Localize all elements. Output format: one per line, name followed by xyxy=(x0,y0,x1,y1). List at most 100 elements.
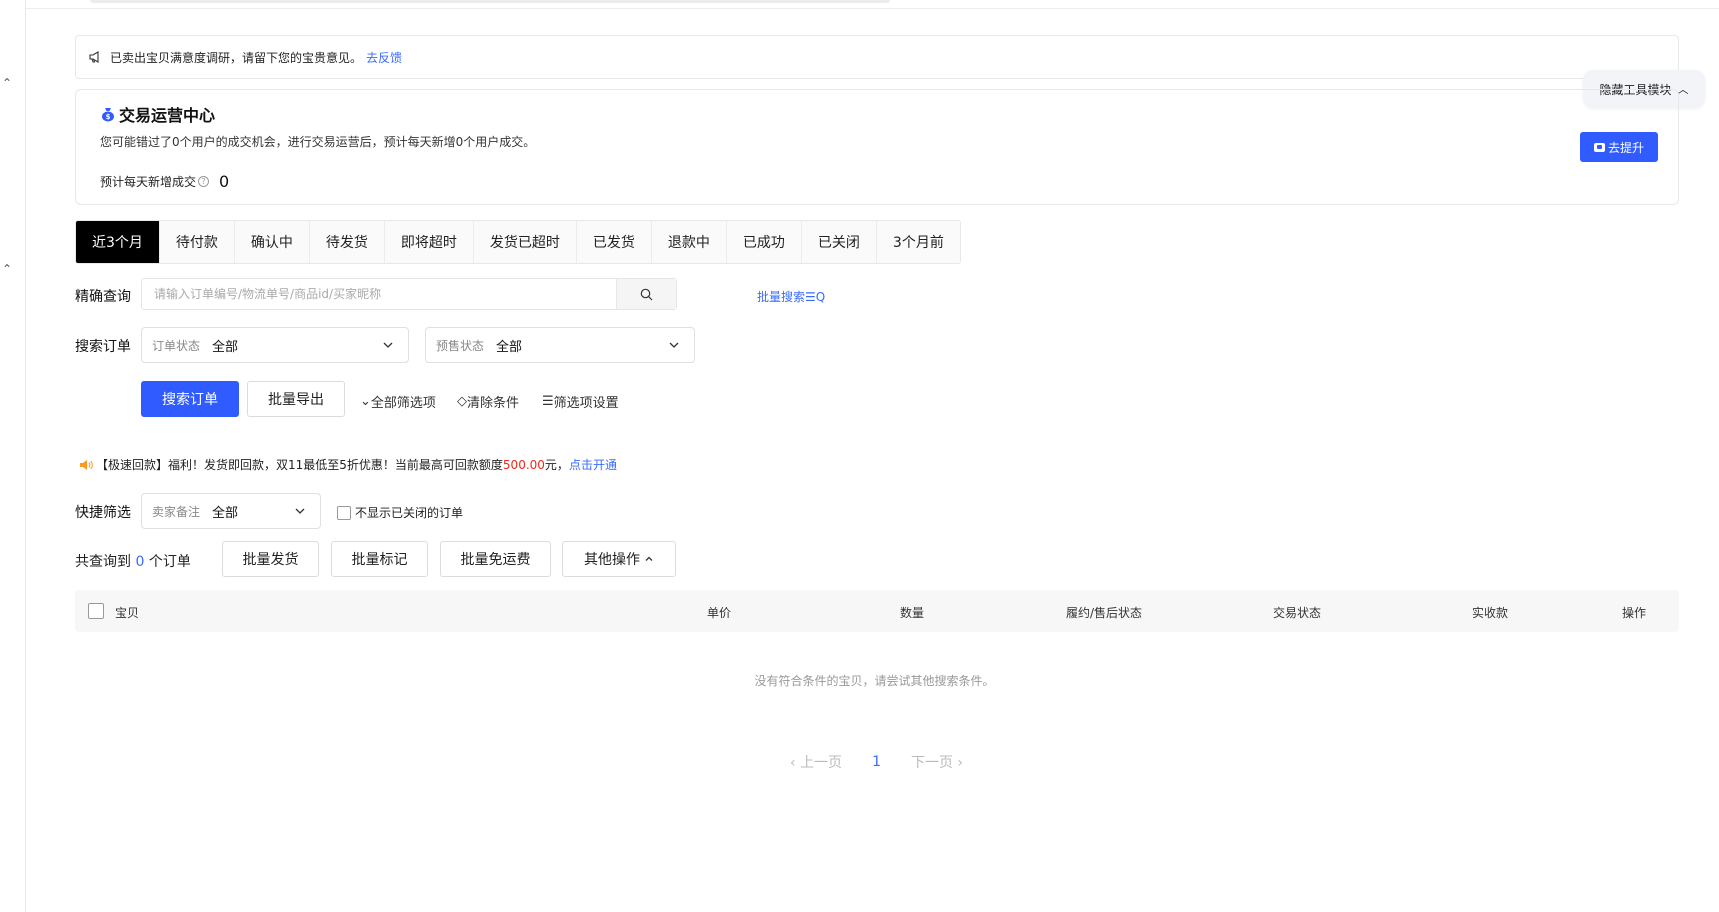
list-icon: ☰ xyxy=(542,394,554,409)
presale-status-label: 预售状态 xyxy=(436,338,485,353)
column-header: 单价 xyxy=(707,606,732,620)
tab-succeeded[interactable]: 已成功 xyxy=(726,221,802,263)
order-status-label: 订单状态 xyxy=(152,338,201,353)
column-header: 交易状态 xyxy=(1273,606,1322,620)
tab-shipping-overdue[interactable]: 发货已超时 xyxy=(473,221,577,263)
seller-remark-select[interactable]: 卖家备注 全部 xyxy=(141,493,321,529)
improve-label: 去提升 xyxy=(1607,140,1644,155)
clear-conditions-label: 清除条件 xyxy=(467,396,520,411)
estimate-value: 0 xyxy=(219,172,230,191)
feedback-link[interactable]: 去反馈 xyxy=(366,49,402,66)
filter-settings-button[interactable]: ☰ 筛选项设置 xyxy=(542,392,619,411)
presale-status-select[interactable]: 预售状态 全部 xyxy=(425,327,695,363)
speaker-icon xyxy=(80,459,93,470)
search-icon xyxy=(640,288,653,300)
megaphone-icon xyxy=(89,51,99,63)
clear-conditions-button[interactable]: ◇ 清除条件 xyxy=(457,392,519,411)
improve-button[interactable]: 去提升 xyxy=(1580,132,1658,162)
tab-pending-payment[interactable]: 待付款 xyxy=(159,221,235,263)
help-icon[interactable]: ? xyxy=(198,176,210,187)
empty-state-message: 没有符合条件的宝贝，请尝试其他搜索条件。 xyxy=(754,674,995,688)
hide-closed-orders-checkbox[interactable]: 不显示已关闭的订单 xyxy=(337,504,463,521)
left-rail: ⌃ ⌃ xyxy=(0,0,26,912)
chevron-left-icon: ‹ xyxy=(790,755,801,771)
order-status-tabs: 近3个月 待付款 确认中 待发货 即将超时 发货已超时 已发货 退款中 已成功 … xyxy=(75,220,961,264)
tab-about-to-timeout[interactable]: 即将超时 xyxy=(384,221,474,263)
other-actions-label: 其他操作 xyxy=(584,552,640,568)
divider xyxy=(26,8,1719,9)
chevron-up-icon: ︿ xyxy=(1677,83,1689,96)
table-header: 宝贝 单价 数量 履约/售后状态 交易状态 实收款 操作 xyxy=(75,590,1679,632)
order-status-select[interactable]: 订单状态 全部 xyxy=(141,327,409,363)
prev-page-button[interactable]: ‹ 上一页 xyxy=(790,752,842,772)
ops-description: 您可能错过了0个用户的成交机会，进行交易运营后，预计每天新增0个用户成交。 xyxy=(100,135,536,149)
chevron-up-icon xyxy=(645,556,653,561)
search-icon-button[interactable] xyxy=(616,279,676,309)
filter-settings-label: 筛选项设置 xyxy=(553,396,619,411)
seller-remark-label: 卖家备注 xyxy=(152,504,201,519)
all-filters-label: 全部筛选项 xyxy=(370,396,436,411)
search-box xyxy=(141,278,677,310)
batch-search-link[interactable]: 批量搜索☰Q xyxy=(757,288,825,305)
search-input[interactable] xyxy=(142,279,616,309)
batch-search-label: 批量搜索 xyxy=(757,290,806,304)
batch-export-button[interactable]: 批量导出 xyxy=(247,381,345,417)
search-orders-label: 搜索订单 xyxy=(75,339,131,355)
exact-query-label: 精确查询 xyxy=(75,289,131,305)
column-header: 数量 xyxy=(900,606,925,620)
chevron-down-icon xyxy=(383,342,393,348)
order-status-value: 全部 xyxy=(212,339,239,355)
activate-link[interactable]: 点击开通 xyxy=(569,456,617,473)
count-prefix: 共查询到 xyxy=(75,554,131,570)
tab-older-than-3-months[interactable]: 3个月前 xyxy=(876,221,960,263)
presale-status-value: 全部 xyxy=(496,339,523,355)
hide-closed-label: 不显示已关闭的订单 xyxy=(355,506,464,520)
tab-pending-shipment[interactable]: 待发货 xyxy=(309,221,385,263)
batch-mark-button[interactable]: 批量标记 xyxy=(331,541,428,577)
estimate-label: 预计每天新增成交 xyxy=(100,175,197,189)
all-filters-toggle[interactable]: ⌄ 全部筛选项 xyxy=(360,392,436,411)
chevron-right-icon: › xyxy=(952,755,964,771)
batch-ship-button[interactable]: 批量发货 xyxy=(222,541,319,577)
column-header: 履约/售后状态 xyxy=(1066,606,1143,620)
chevron-down-icon: ⌄ xyxy=(360,394,371,409)
seller-remark-value: 全部 xyxy=(212,505,239,521)
collapse-chevron-up-icon[interactable]: ⌃ xyxy=(2,262,12,276)
survey-notice: 已卖出宝贝满意度调研，请留下您的宝贵意见。 去反馈 xyxy=(75,35,1679,79)
svg-text:$: $ xyxy=(106,113,111,121)
list-search-icon: ☰Q xyxy=(805,290,826,304)
promo-unit: 元， xyxy=(544,458,569,472)
search-orders-button[interactable]: 搜索订单 xyxy=(141,381,239,417)
tab-refunding[interactable]: 退款中 xyxy=(651,221,727,263)
tab-closed[interactable]: 已关闭 xyxy=(801,221,877,263)
chevron-down-icon xyxy=(295,508,305,514)
next-page-button[interactable]: 下一页 › xyxy=(911,752,963,772)
promo-amount: 500.00 xyxy=(502,457,545,472)
current-page[interactable]: 1 xyxy=(872,754,881,770)
column-header: 实收款 xyxy=(1472,606,1509,620)
column-header: 宝贝 xyxy=(115,606,140,620)
promo-text: 【极速回款】福利！发货即回款，双11最低至5折优惠！当前最高可回款额度 xyxy=(96,458,503,472)
ops-estimate: 预计每天新增成交 ? 0 xyxy=(100,172,229,191)
count-value: 0 xyxy=(135,554,145,570)
tab-shipped[interactable]: 已发货 xyxy=(576,221,652,263)
column-header: 操作 xyxy=(1622,606,1647,620)
checkbox[interactable] xyxy=(337,505,351,520)
chevron-down-icon xyxy=(669,342,679,348)
money-bag-icon: $ xyxy=(102,108,114,122)
ops-title: $ 交易运营中心 xyxy=(100,102,215,126)
survey-text: 已卖出宝贝满意度调研，请留下您的宝贵意见。 xyxy=(110,50,363,65)
tab-recent-3-months[interactable]: 近3个月 xyxy=(76,221,160,263)
trade-ops-card: $ 交易运营中心 您可能错过了0个用户的成交机会，进行交易运营后，预计每天新增0… xyxy=(75,89,1679,205)
other-actions-button[interactable]: 其他操作 xyxy=(562,541,676,577)
collapse-chevron-up-icon[interactable]: ⌃ xyxy=(2,76,12,90)
pagination: ‹ 上一页 1 下一页 › xyxy=(790,752,963,772)
chart-icon xyxy=(1593,142,1605,152)
select-all-checkbox[interactable] xyxy=(88,603,104,619)
count-suffix: 个订单 xyxy=(148,554,191,570)
quick-filter-label: 快捷筛选 xyxy=(75,505,131,521)
quick-payout-promo: 【极速回款】福利！发货即回款，双11最低至5折优惠！当前最高可回款额度 500.0… xyxy=(79,456,617,473)
tab-confirming[interactable]: 确认中 xyxy=(234,221,310,263)
eraser-icon: ◇ xyxy=(457,394,467,409)
batch-free-shipping-button[interactable]: 批量免运费 xyxy=(440,541,551,577)
